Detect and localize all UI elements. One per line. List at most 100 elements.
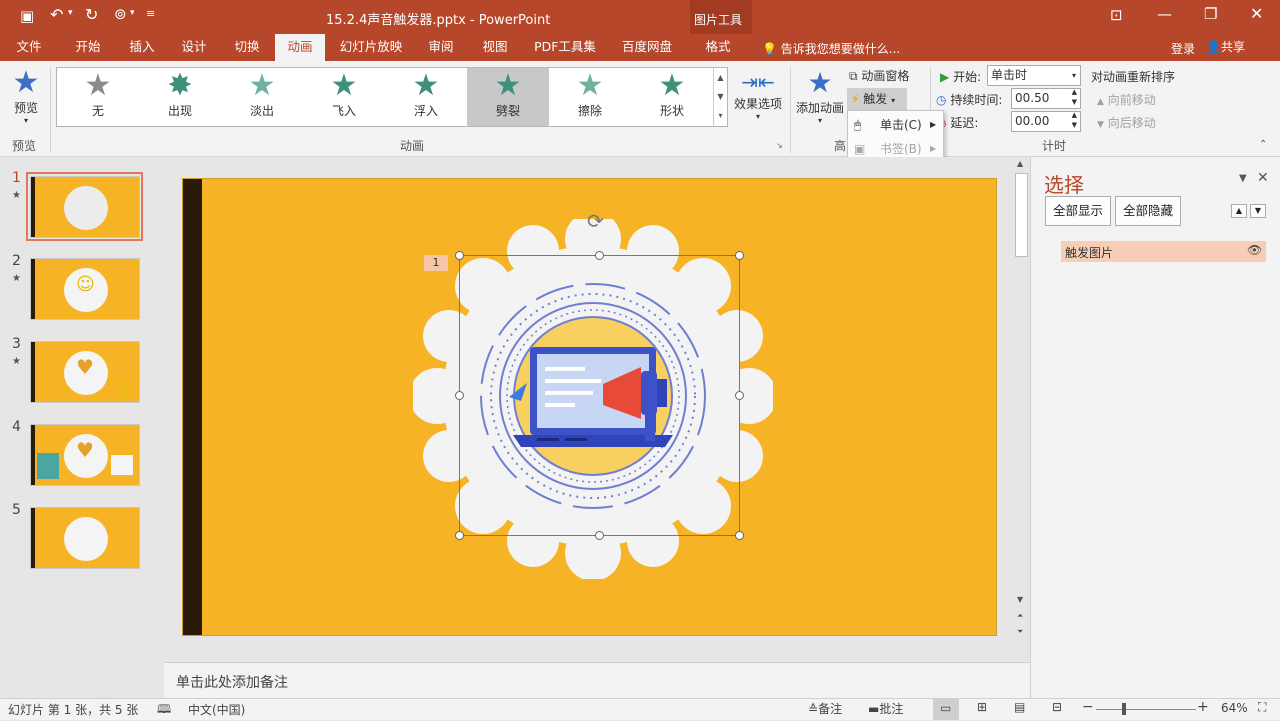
trigger-button[interactable]: ⚡ 触发 ▾ [847,88,907,110]
slide-thumbnail-5[interactable] [30,507,140,569]
zoom-out-icon[interactable]: − [1082,699,1094,715]
next-slide-icon[interactable]: ⏷ [1017,627,1023,637]
redo-icon[interactable]: ↻ [85,5,98,24]
vertical-scrollbar[interactable]: ▲ ▼ ⏶ ⏷ [1013,157,1030,641]
scroll-thumb[interactable] [1015,173,1028,257]
normal-view-button[interactable]: ▭ [933,699,959,720]
language-indicator[interactable]: 中文(中国) [188,701,245,718]
spinner-icon[interactable]: ▲ ▼ [1072,87,1077,107]
collapse-ribbon-icon[interactable]: ⌃ [1259,139,1267,150]
slide-canvas[interactable]: ⟳ 1 [182,178,997,636]
gallery-item-none[interactable]: ★ 无 [57,68,139,126]
menu-item-on-click[interactable]: 🖱 单击(C) ▶ [848,114,943,136]
comments-toggle[interactable]: ▬批注 [868,700,903,717]
tab-slideshow[interactable]: 幻灯片放映 [334,34,408,61]
customize-toolbar-icon[interactable]: ≡ [146,7,155,20]
resize-handle[interactable] [455,531,464,540]
slide-thumbnail-2[interactable]: ☺ [30,258,140,320]
preview-button[interactable]: ★ 预览 ▾ [8,67,44,126]
slide-thumbnail-4[interactable]: ♥ [30,424,140,486]
tab-animations[interactable]: 动画 [275,34,325,61]
dialog-launcher-icon[interactable]: ↘ [776,141,783,150]
fit-slide-icon[interactable]: ⛶ [1258,700,1266,715]
save-icon[interactable]: ▣ [20,7,34,25]
tab-home[interactable]: 开始 [62,34,114,61]
zoom-slider-thumb[interactable] [1122,703,1126,715]
resize-handle[interactable] [735,531,744,540]
tell-me-box[interactable]: 💡 告诉我您想要做什么... [762,40,900,57]
selection-item[interactable]: 触发图片 👁 [1061,241,1266,262]
hide-all-button[interactable]: 全部隐藏 [1115,196,1181,226]
login-link[interactable]: 登录 [1171,40,1195,57]
tab-baidu-netdisk[interactable]: 百度网盘 [615,34,679,61]
slide-sorter-icon[interactable]: ⊞ [977,700,987,714]
resize-handle[interactable] [735,391,744,400]
rotate-handle-icon[interactable]: ⟳ [587,209,604,233]
gallery-item-fly-in[interactable]: ★ 飞入 [303,68,385,126]
tab-pdf-tools[interactable]: PDF工具集 [530,34,600,61]
resize-handle[interactable] [595,251,604,260]
slide-thumbnail-3[interactable]: ♥ ☺ [30,341,140,403]
selection-box[interactable] [459,255,740,536]
move-later-button[interactable]: ▼ 向后移动 [1097,114,1156,131]
previous-slide-icon[interactable]: ⏶ [1017,611,1023,621]
send-backward-icon[interactable]: ▼ [1250,204,1266,218]
gallery-scroll[interactable]: ▲ ▼ ▾ [713,68,727,126]
tab-insert[interactable]: 插入 [116,34,168,61]
notes-toggle[interactable]: ≙备注 [808,700,842,717]
scroll-down-icon[interactable]: ▼ [1017,595,1023,604]
start-select[interactable]: 单击时 ▾ [987,65,1081,86]
present-dropdown-icon[interactable]: ▾ [130,8,135,18]
close-icon[interactable]: ✕ [1250,4,1263,23]
resize-handle[interactable] [455,391,464,400]
tab-format[interactable]: 格式 [694,34,742,61]
gallery-item-appear[interactable]: ✸ 出现 [139,68,221,126]
gallery-item-wipe[interactable]: ★ 擦除 [549,68,631,126]
slideshow-icon[interactable]: ⊟ [1052,700,1062,714]
eye-icon[interactable]: 👁 [1247,243,1262,257]
zoom-slider[interactable] [1096,709,1196,710]
pane-options-icon[interactable]: ▼ [1239,173,1247,184]
spinner-icon[interactable]: ▲ ▼ [1072,110,1077,130]
undo-icon[interactable]: ↶ [50,5,63,24]
present-icon[interactable]: ⊚ [114,5,127,23]
reading-view-icon[interactable]: ▤ [1014,700,1025,714]
tab-design[interactable]: 设计 [168,34,220,61]
animation-order-tag[interactable]: 1 [424,255,448,271]
gallery-item-fade[interactable]: ★ 淡出 [221,68,303,126]
restore-icon[interactable]: ❐ [1204,5,1217,23]
start-label: ▶ 开始: [940,70,982,84]
notes-pane[interactable]: 单击此处添加备注 [164,662,1030,698]
tab-file[interactable]: 文件 [0,34,58,61]
gallery-item-float-in[interactable]: ★ 浮入 [385,68,467,126]
gallery-item-shape[interactable]: ★ 形状 [631,68,713,126]
decor-block [37,453,59,479]
resize-handle[interactable] [595,531,604,540]
resize-handle[interactable] [735,251,744,260]
duration-input[interactable]: 00.50 ▲ ▼ [1011,88,1081,109]
share-button[interactable]: 👤共享 [1206,37,1264,58]
effect-options-button[interactable]: ⇥⇤ 效果选项 ▾ [732,69,784,121]
scroll-up-icon[interactable]: ▲ [1017,159,1023,168]
add-animation-button[interactable]: ★ 添加动画 ▾ [795,67,845,126]
ribbon-display-icon[interactable]: ⊡ [1110,6,1123,24]
spellcheck-icon[interactable]: 🕮 [157,700,171,721]
move-earlier-button[interactable]: ▲ 向前移动 [1097,91,1156,108]
zoom-level[interactable]: 64% [1221,701,1248,715]
tab-transitions[interactable]: 切换 [221,34,273,61]
animation-pane-button[interactable]: ⧉ 动画窗格 [849,67,909,84]
effect-arrows-icon: ⇥⇤ [741,70,775,94]
gallery-item-split[interactable]: ★ 劈裂 [467,68,549,126]
bring-forward-icon[interactable]: ▲ [1231,204,1247,218]
undo-dropdown-icon[interactable]: ▾ [68,8,73,18]
tab-view[interactable]: 视图 [472,34,518,61]
zoom-in-icon[interactable]: + [1197,699,1209,715]
slide-thumbnail-1[interactable] [30,176,140,238]
delay-input[interactable]: 00.00 ▲ ▼ [1011,111,1081,132]
minimize-icon[interactable]: — [1157,5,1172,23]
resize-handle[interactable] [455,251,464,260]
tab-review[interactable]: 审阅 [418,34,464,61]
show-all-button[interactable]: 全部显示 [1045,196,1111,226]
selection-pane-title: 选择 [1044,173,1084,197]
close-icon[interactable]: ✕ [1257,170,1269,186]
